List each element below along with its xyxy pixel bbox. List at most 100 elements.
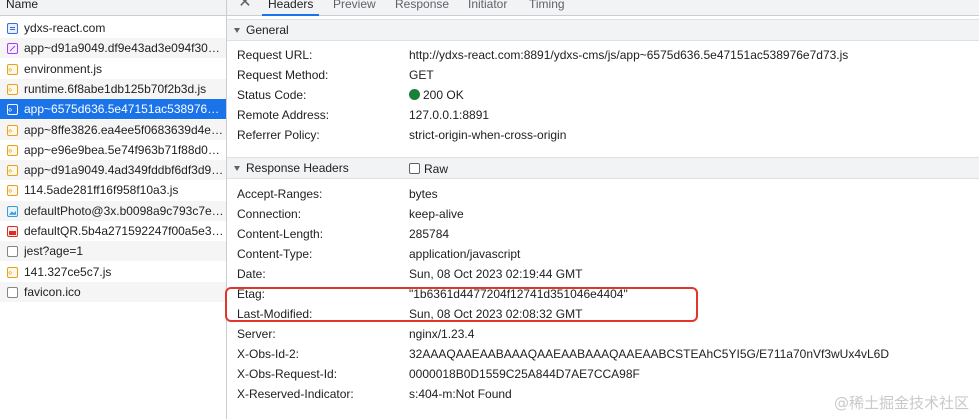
- header-value[interactable]: GET: [409, 65, 434, 85]
- request-name: app~e96e9bea.5e74f963b71f88d0c7a2.js: [24, 142, 224, 157]
- script-icon: [7, 161, 18, 180]
- script-icon: [7, 181, 18, 200]
- status-dot-icon: [409, 89, 420, 100]
- stylesheet-icon: [7, 43, 18, 55]
- header-key: Connection:: [237, 207, 302, 221]
- image-icon: [7, 226, 18, 237]
- header-key: Content-Type:: [237, 247, 313, 261]
- header-row: Referrer Policy: strict-origin-when-cross…: [227, 125, 979, 145]
- header-value[interactable]: 32AAAQAAEAABAAAQAAEAABAAAQAAEAABCSTEAhC5…: [409, 344, 889, 364]
- response-headers-section-header[interactable]: Response Headers Raw: [227, 157, 979, 179]
- header-value[interactable]: 127.0.0.1:8891: [409, 105, 489, 125]
- tab-preview[interactable]: Preview: [333, 0, 376, 16]
- annotation-highlight-box: [225, 287, 698, 322]
- header-row: Content-Type: application/javascript: [227, 244, 979, 264]
- header-value[interactable]: http://ydxs-react.com:8891/ydxs-cms/js/a…: [409, 45, 848, 65]
- header-row: Request Method: GET: [227, 65, 979, 85]
- request-detail-panel: ✕ Headers Preview Response Initiator Tim…: [227, 0, 979, 419]
- tab-initiator[interactable]: Initiator: [468, 0, 507, 16]
- header-key: Server:: [237, 327, 276, 341]
- script-icon: [7, 141, 18, 160]
- header-key: X-Obs-Id-2:: [237, 347, 300, 361]
- header-row: Server: nginx/1.23.4: [227, 324, 979, 344]
- header-key: Request URL:: [237, 48, 313, 62]
- script-icon: [7, 263, 18, 282]
- request-row[interactable]: app~8ffe3826.ea4ee5f0683639d4e2a1.js: [0, 119, 226, 140]
- header-row: X-Obs-Request-Id: 0000018B0D1559C25A844D7…: [227, 364, 979, 384]
- script-icon: [7, 100, 18, 119]
- name-column-header[interactable]: Name: [6, 0, 38, 12]
- request-row[interactable]: app~d91a9049.df9e43ad3e094f3044f8.css: [0, 38, 226, 59]
- request-name: defaultPhoto@3x.b0098a9c793c7e2f.png: [24, 203, 224, 218]
- tab-headers[interactable]: Headers: [261, 0, 320, 16]
- request-row[interactable]: defaultPhoto@3x.b0098a9c793c7e2f.png: [0, 200, 226, 221]
- close-icon[interactable]: ✕: [237, 0, 253, 11]
- header-row: Request URL: http://ydxs-react.com:8891/y…: [227, 45, 979, 65]
- blank-file-icon: [7, 286, 18, 298]
- request-row[interactable]: favicon.ico: [0, 281, 226, 302]
- request-list: Name ydxs-react.com app~d91a9049.df9e43ad…: [0, 0, 227, 419]
- request-name: app~d91a9049.df9e43ad3e094f3044f8.css: [24, 41, 224, 56]
- response-headers-section-title: Response Headers: [246, 161, 349, 175]
- raw-label: Raw: [424, 162, 449, 176]
- header-row: X-Obs-Id-2: 32AAAQAAEAABAAAQAAEAABAAAQAAE…: [227, 344, 979, 364]
- header-key: Content-Length:: [237, 227, 324, 241]
- image-icon: [7, 205, 18, 217]
- tab-response[interactable]: Response: [395, 0, 449, 16]
- header-value[interactable]: Sun, 08 Oct 2023 02:19:44 GMT: [409, 264, 582, 284]
- raw-checkbox[interactable]: [409, 163, 420, 174]
- script-icon: [7, 80, 18, 99]
- header-value[interactable]: application/javascript: [409, 244, 520, 264]
- triangle-down-icon[interactable]: [234, 28, 240, 33]
- request-name: app~6575d636.5e47151ac538976e7d73.js: [24, 102, 224, 117]
- detail-tabs: ✕ Headers Preview Response Initiator Tim…: [227, 0, 979, 16]
- request-name: app~8ffe3826.ea4ee5f0683639d4e2a1.js: [24, 122, 224, 137]
- request-row[interactable]: runtime.6f8abe1db125b70f2b3d.js: [0, 78, 226, 99]
- header-value[interactable]: nginx/1.23.4: [409, 324, 474, 344]
- request-row[interactable]: app~e96e9bea.5e74f963b71f88d0c7a2.js: [0, 140, 226, 160]
- request-row[interactable]: jest?age=1: [0, 241, 226, 262]
- header-row: Content-Length: 285784: [227, 224, 979, 244]
- header-key: Referrer Policy:: [237, 128, 320, 142]
- header-value[interactable]: 285784: [409, 224, 449, 244]
- header-key: Accept-Ranges:: [237, 187, 323, 201]
- blank-file-icon: [7, 246, 18, 258]
- request-list-header[interactable]: Name: [0, 0, 226, 16]
- request-name: defaultQR.5b4a271592247f00a5e3.png: [24, 224, 224, 238]
- request-name: app~d91a9049.4ad349fddbf6df3d9e11.js: [24, 163, 224, 178]
- request-row[interactable]: ydxs-react.com: [0, 18, 226, 38]
- request-row[interactable]: environment.js: [0, 59, 226, 79]
- request-row[interactable]: app~6575d636.5e47151ac538976e7d73.js: [0, 99, 226, 120]
- header-value[interactable]: s:404-m:Not Found: [409, 384, 512, 404]
- header-row: Remote Address: 127.0.0.1:8891: [227, 105, 979, 125]
- header-value[interactable]: bytes: [409, 184, 438, 204]
- header-value[interactable]: keep-alive: [409, 204, 464, 224]
- request-row[interactable]: app~d91a9049.4ad349fddbf6df3d9e11.js: [0, 160, 226, 181]
- header-key: X-Reserved-Indicator:: [237, 387, 354, 401]
- triangle-down-icon[interactable]: [234, 166, 240, 171]
- header-value[interactable]: 200 OK: [409, 85, 464, 105]
- header-value[interactable]: strict-origin-when-cross-origin: [409, 125, 566, 145]
- header-key: Remote Address:: [237, 108, 330, 122]
- general-section-header[interactable]: General: [227, 19, 979, 41]
- request-name: favicon.ico: [24, 284, 81, 299]
- header-row: Date: Sun, 08 Oct 2023 02:19:44 GMT: [227, 264, 979, 284]
- header-key: Status Code:: [237, 88, 307, 102]
- tab-timing[interactable]: Timing: [529, 0, 565, 16]
- header-key: Request Method:: [237, 68, 329, 82]
- request-name: ydxs-react.com: [24, 21, 106, 35]
- header-row: Connection: keep-alive: [227, 204, 979, 224]
- request-name: 114.5ade281ff16f958f10a3.js: [24, 183, 179, 198]
- request-row[interactable]: 114.5ade281ff16f958f10a3.js: [0, 180, 226, 200]
- request-name: runtime.6f8abe1db125b70f2b3d.js: [24, 81, 207, 96]
- watermark: @稀土掘金技术社区: [833, 394, 969, 412]
- request-row[interactable]: 141.327ce5c7.js: [0, 262, 226, 282]
- document-icon: [7, 23, 18, 34]
- request-name: environment.js: [24, 61, 103, 76]
- script-icon: [7, 60, 18, 79]
- request-row[interactable]: defaultQR.5b4a271592247f00a5e3.png: [0, 221, 226, 241]
- header-row: Status Code: 200 OK: [227, 85, 979, 105]
- header-value[interactable]: 0000018B0D1559C25A844D7AE7CCA98F: [409, 364, 640, 384]
- request-name: 141.327ce5c7.js: [24, 264, 112, 279]
- header-key: Date:: [237, 267, 266, 281]
